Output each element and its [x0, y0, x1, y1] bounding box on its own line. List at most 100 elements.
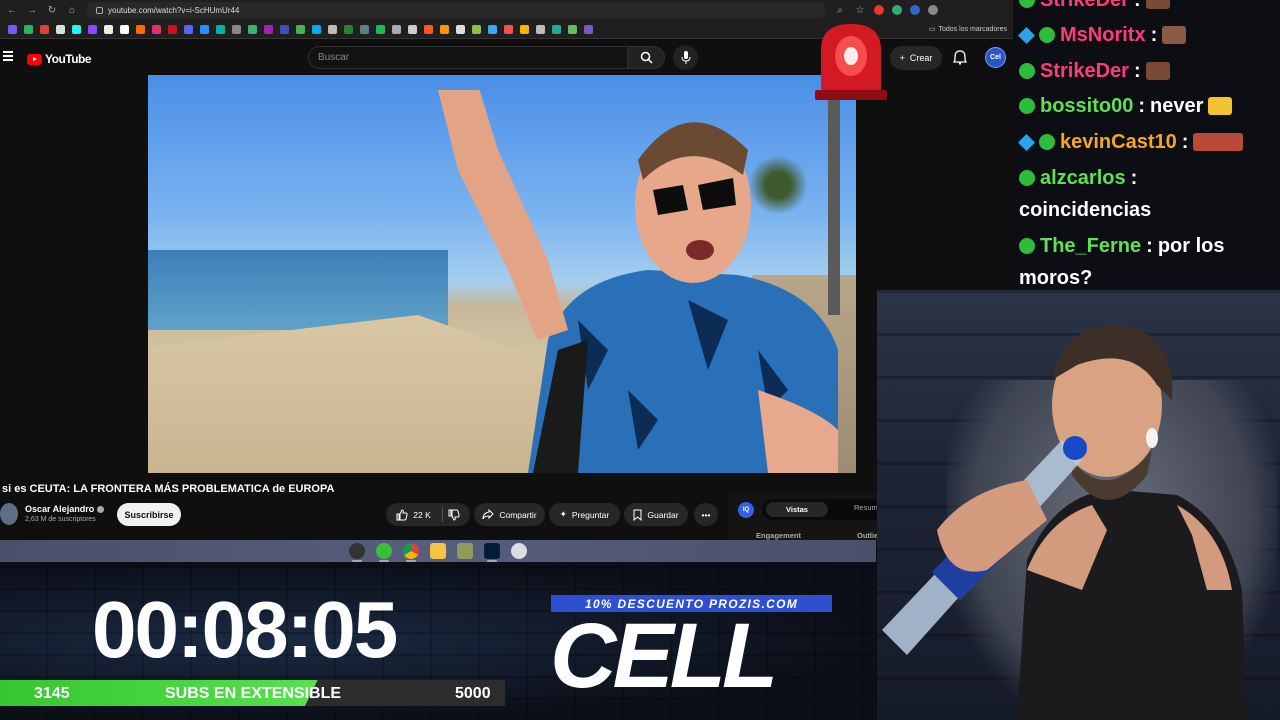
bookmark-icon[interactable] — [408, 24, 417, 34]
voice-search-button[interactable] — [673, 45, 698, 70]
bookmark-icon[interactable] — [424, 24, 433, 34]
bookmark-icon[interactable] — [200, 24, 209, 34]
ask-button[interactable]: ✦ Preguntar — [549, 503, 620, 526]
x-icon[interactable] — [56, 24, 65, 34]
bookmark-icon[interactable] — [552, 24, 561, 34]
save-button[interactable]: Guardar — [624, 503, 688, 526]
bookmark-icon[interactable] — [456, 24, 465, 34]
video-player[interactable] — [148, 75, 856, 473]
bookmark-icon[interactable] — [216, 24, 225, 34]
bookmark-icon[interactable] — [488, 24, 497, 34]
bookmark-icon[interactable] — [280, 24, 289, 34]
bookmark-icon[interactable] — [536, 24, 545, 34]
instagram-icon[interactable] — [152, 24, 161, 34]
stream-overlay: 00:08:05 3145 SUBS EN EXTENSIBLE 5000 10… — [0, 562, 876, 720]
bookmark-icon[interactable] — [328, 24, 337, 34]
bookmark-star-icon[interactable]: ☆ — [854, 5, 866, 16]
search-input[interactable]: Buscar — [308, 46, 628, 69]
forward-icon[interactable]: → — [26, 5, 38, 16]
url-field[interactable]: youtube.com/watch?v=i-ScHUmUr44 — [86, 2, 826, 18]
app-icon[interactable] — [376, 543, 392, 562]
chat-username[interactable]: alzcarlos — [1040, 162, 1126, 194]
account-avatar-text: Cel — [990, 54, 1001, 61]
tab-vistas[interactable]: Vistas — [766, 502, 828, 517]
photoshop-icon[interactable] — [484, 543, 500, 562]
bookmark-icon[interactable] — [120, 24, 129, 34]
file-explorer-icon[interactable] — [430, 543, 446, 559]
bookmark-icon[interactable] — [520, 24, 529, 34]
account-avatar[interactable]: Cel — [985, 47, 1006, 68]
extension-icon[interactable] — [874, 5, 884, 15]
youtube-play-icon — [27, 53, 42, 65]
diamond-badge-icon — [1018, 26, 1035, 44]
bookmark-icon[interactable] — [472, 24, 481, 34]
iq-badge[interactable]: IQ — [738, 502, 754, 518]
extension-icon[interactable] — [892, 5, 902, 15]
more-actions-button[interactable]: ••• — [694, 503, 718, 526]
spotify-icon[interactable] — [376, 24, 385, 34]
bookmark-icon[interactable] — [248, 24, 257, 34]
thumbs-down-icon[interactable] — [448, 509, 460, 521]
bell-icon — [952, 50, 968, 65]
chat-separator: : — [1150, 24, 1158, 46]
bookmark-icon[interactable] — [360, 24, 369, 34]
app-icon[interactable] — [457, 543, 473, 559]
bookmark-icon[interactable] — [504, 24, 513, 34]
bookmark-icon[interactable] — [568, 24, 577, 34]
bookmark-icon[interactable] — [8, 24, 17, 34]
extension-icon[interactable] — [910, 5, 920, 15]
bookmark-icon[interactable] — [24, 24, 33, 34]
emote-icon — [1208, 97, 1233, 115]
app-icon[interactable] — [511, 543, 527, 559]
bookmark-icon[interactable] — [440, 24, 449, 34]
bookmark-icon[interactable] — [392, 24, 401, 34]
channel-avatar[interactable] — [0, 503, 18, 525]
bookmark-icon[interactable] — [168, 24, 177, 34]
profile-icon[interactable] — [928, 5, 938, 15]
back-icon[interactable]: ← — [6, 5, 18, 16]
bookmark-icon[interactable] — [312, 24, 321, 34]
all-bookmarks-folder[interactable]: ▭ Todos los marcadores — [929, 25, 1007, 34]
subs-goal-label: SUBS EN EXTENSIBLE — [165, 685, 342, 702]
share-button[interactable]: Compartir — [474, 503, 545, 526]
chat-separator: : — [1133, 0, 1141, 11]
tab-resumen[interactable]: Resum — [854, 503, 878, 512]
like-count: 22 K — [413, 509, 431, 520]
youtube-logo[interactable]: YouTube — [27, 52, 92, 66]
discord-icon[interactable] — [184, 24, 193, 34]
share-label: Compartir — [499, 509, 537, 520]
reload-icon[interactable]: ↻ — [46, 5, 58, 16]
home-icon[interactable]: ⌂ — [66, 5, 78, 16]
chat-username[interactable]: StrikeDer — [1040, 55, 1129, 87]
hamburger-menu-icon[interactable] — [3, 51, 13, 61]
bookmark-icon[interactable] — [136, 24, 145, 34]
twitch-icon[interactable] — [88, 24, 97, 34]
emote-icon — [1145, 62, 1170, 80]
chat-username[interactable]: StrikeDer — [1040, 0, 1129, 16]
tiktok-icon[interactable] — [72, 24, 81, 34]
zoom-icon[interactable]: ⌕ — [834, 5, 846, 16]
create-button[interactable]: + Crear — [890, 46, 942, 70]
bookmark-icon[interactable] — [344, 24, 353, 34]
obs-icon[interactable] — [349, 543, 365, 562]
subscribe-button[interactable]: Suscribirse — [117, 503, 181, 526]
search-placeholder: Buscar — [318, 52, 350, 63]
bookmark-icon[interactable] — [584, 24, 593, 34]
chat-username[interactable]: MsNoritx — [1060, 19, 1146, 51]
more-icon: ••• — [701, 509, 711, 520]
chat-username[interactable]: The_Ferne — [1040, 230, 1141, 262]
stream-layout: ← → ↻ ⌂ youtube.com/watch?v=i-ScHUmUr44 … — [0, 0, 1280, 720]
bookmark-icon[interactable] — [296, 24, 305, 34]
bookmark-icon[interactable] — [232, 24, 241, 34]
channel-name-row[interactable]: Oscar Alejandro — [25, 504, 105, 514]
chat-username[interactable]: bossito00 — [1040, 90, 1133, 122]
bookmark-icon[interactable] — [104, 24, 113, 34]
notifications-button[interactable] — [952, 50, 968, 70]
chrome-icon[interactable] — [403, 543, 419, 562]
gmail-icon[interactable] — [40, 24, 49, 34]
chat-username[interactable]: kevinCast10 — [1060, 126, 1177, 158]
bookmark-icon[interactable] — [264, 24, 273, 34]
site-info-icon[interactable] — [96, 6, 103, 14]
like-button[interactable]: 22 K — [396, 508, 431, 521]
search-button[interactable] — [627, 46, 665, 69]
